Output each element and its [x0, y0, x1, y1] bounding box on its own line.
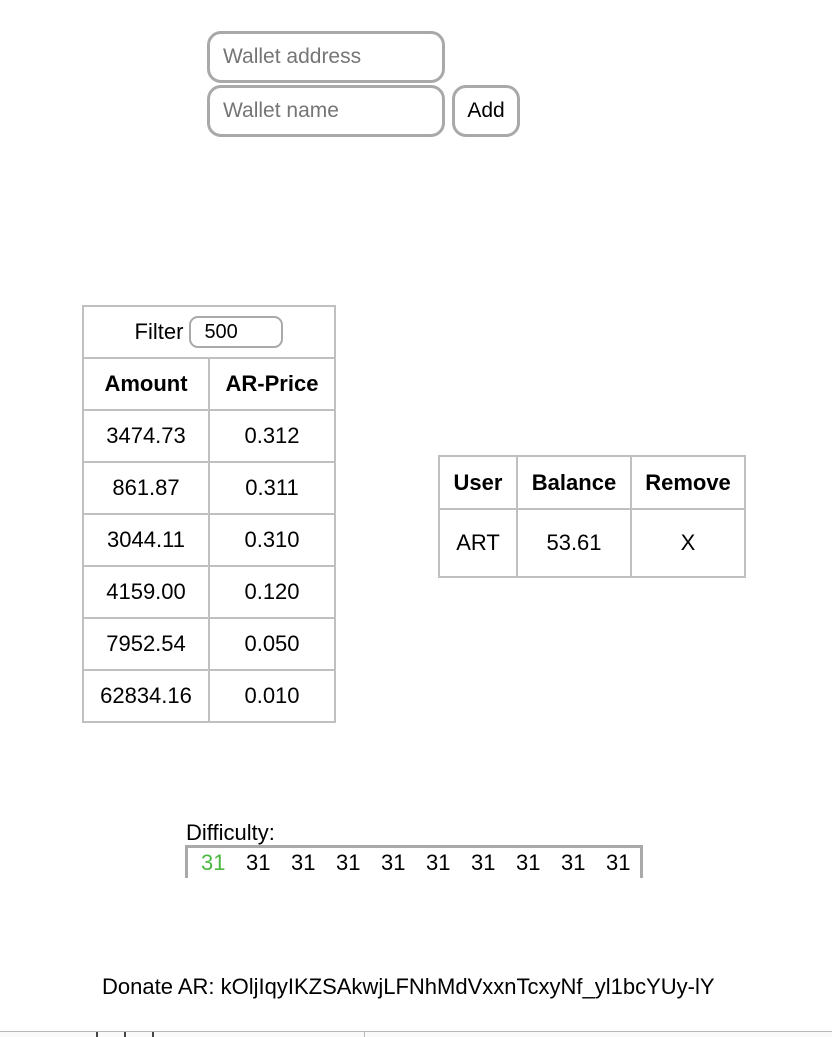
- edge-divider: [364, 1032, 365, 1037]
- difficulty-value: 31: [561, 850, 586, 875]
- amount-cell: 861.87: [82, 461, 210, 515]
- edge-tick: [124, 1032, 126, 1037]
- difficulty-label: Difficulty:: [186, 820, 275, 845]
- amount-cell: 3474.73: [82, 409, 210, 463]
- balance-column-header: Balance: [516, 455, 632, 510]
- difficulty-list: 31 31 31 31 31 31 31 31 31 31: [185, 845, 643, 878]
- table-row: ART 53.61 X: [438, 508, 746, 578]
- edge-tick: [96, 1032, 98, 1037]
- amount-column-header: Amount: [82, 357, 210, 411]
- window-bottom-edge: [0, 1031, 832, 1037]
- filter-row: Filter: [82, 305, 336, 359]
- edge-tick: [152, 1032, 154, 1037]
- price-cell: 0.010: [208, 669, 336, 723]
- difficulty-value: 31: [336, 850, 361, 875]
- wallet-name-input[interactable]: [207, 85, 445, 137]
- amount-cell: 4159.00: [82, 565, 210, 619]
- price-cell: 0.311: [208, 461, 336, 515]
- price-cell: 0.120: [208, 565, 336, 619]
- difficulty-value-current: 31: [201, 850, 226, 875]
- amount-cell: 62834.16: [82, 669, 210, 723]
- donate-address: Donate AR: kOljIqyIKZSAkwjLFNhMdVxxnTcxy…: [102, 974, 715, 999]
- orders-header-row: Amount AR-Price: [82, 357, 336, 411]
- difficulty-value: 31: [426, 850, 451, 875]
- table-row: 62834.16 0.010: [82, 669, 336, 723]
- difficulty-value: 31: [471, 850, 496, 875]
- table-row: 3044.11 0.310: [82, 513, 336, 567]
- difficulty-value: 31: [246, 850, 271, 875]
- remove-wallet-button[interactable]: X: [630, 508, 746, 578]
- ar-price-column-header: AR-Price: [208, 357, 336, 411]
- price-cell: 0.312: [208, 409, 336, 463]
- difficulty-value: 31: [291, 850, 316, 875]
- filter-cell: Filter: [82, 305, 336, 359]
- user-cell: ART: [438, 508, 518, 578]
- remove-column-header: Remove: [630, 455, 746, 510]
- add-wallet-button[interactable]: Add: [452, 85, 520, 137]
- balance-cell: 53.61: [516, 508, 632, 578]
- user-column-header: User: [438, 455, 518, 510]
- wallet-address-input[interactable]: [207, 31, 445, 83]
- amount-cell: 3044.11: [82, 513, 210, 567]
- price-cell: 0.310: [208, 513, 336, 567]
- table-row: 7952.54 0.050: [82, 617, 336, 671]
- amount-cell: 7952.54: [82, 617, 210, 671]
- wallets-header-row: User Balance Remove: [438, 455, 746, 510]
- table-row: 861.87 0.311: [82, 461, 336, 515]
- table-row: 4159.00 0.120: [82, 565, 336, 619]
- difficulty-value: 31: [606, 850, 631, 875]
- difficulty-value: 31: [381, 850, 406, 875]
- orders-table: Filter Amount AR-Price 3474.73 0.312 861…: [82, 305, 336, 723]
- filter-input[interactable]: [189, 316, 284, 348]
- table-row: 3474.73 0.312: [82, 409, 336, 463]
- difficulty-value: 31: [516, 850, 541, 875]
- wallets-table: User Balance Remove ART 53.61 X: [438, 455, 746, 578]
- filter-label: Filter: [134, 319, 184, 344]
- price-cell: 0.050: [208, 617, 336, 671]
